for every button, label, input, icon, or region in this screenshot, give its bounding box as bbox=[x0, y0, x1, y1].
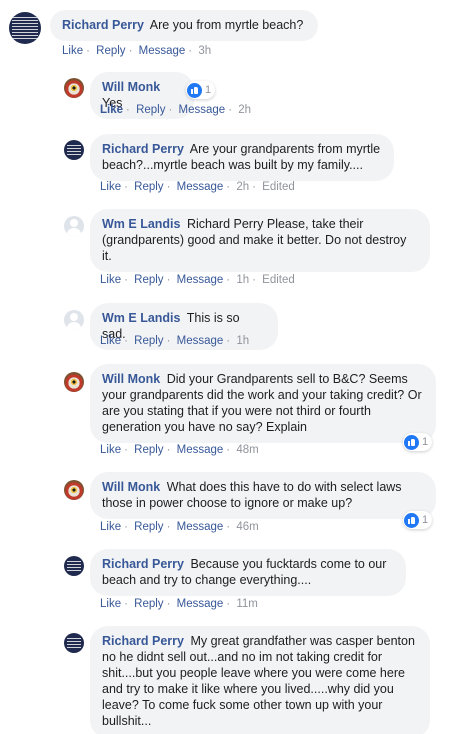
comment-actions: Like · Reply · Message · 1h bbox=[100, 335, 250, 347]
avatar[interactable] bbox=[64, 78, 84, 98]
comment-bubble: Will Monk What does this have to do with… bbox=[90, 472, 436, 519]
message-link[interactable]: Message bbox=[177, 274, 224, 286]
message-link[interactable]: Message bbox=[177, 521, 224, 533]
like-reaction-icon bbox=[187, 82, 202, 98]
edited-label[interactable]: Edited bbox=[262, 181, 295, 193]
avatar[interactable] bbox=[64, 372, 84, 392]
reply-link[interactable]: Reply bbox=[134, 274, 163, 286]
avatar[interactable] bbox=[9, 12, 41, 44]
comment-author[interactable]: Wm E Landis bbox=[102, 217, 180, 231]
comment-author[interactable]: Will Monk bbox=[102, 372, 160, 386]
comment-time[interactable]: 2h bbox=[236, 181, 249, 193]
message-link[interactable]: Message bbox=[177, 444, 224, 456]
comment-actions: Like · Reply · Message · 2h · Edited bbox=[100, 181, 295, 193]
reaction-count[interactable]: 1 bbox=[186, 81, 216, 99]
like-reaction-icon bbox=[404, 512, 419, 528]
comment-author[interactable]: Richard Perry bbox=[102, 142, 184, 156]
comment-bubble: Richard Perry My great grandfather was c… bbox=[90, 626, 430, 734]
comment-author[interactable]: Richard Perry bbox=[102, 557, 184, 571]
avatar[interactable] bbox=[64, 556, 84, 576]
comment-author[interactable]: Richard Perry bbox=[62, 18, 144, 32]
comment-actions: Like · Reply · Message · 46m bbox=[100, 521, 259, 533]
like-link[interactable]: Like bbox=[62, 45, 83, 57]
comment-time[interactable]: 2h bbox=[238, 104, 251, 116]
comment-time[interactable]: 1h bbox=[236, 274, 249, 286]
reply-link[interactable]: Reply bbox=[96, 45, 125, 57]
comment-bubble: Richard Perry Are your grandparents from… bbox=[90, 134, 394, 181]
avatar[interactable] bbox=[64, 140, 84, 160]
reaction-count[interactable]: 1 bbox=[403, 511, 433, 529]
comment-actions: Like · Reply · Message · 3h bbox=[62, 45, 212, 57]
reaction-count[interactable]: 1 bbox=[403, 433, 433, 451]
edited-label[interactable]: Edited bbox=[262, 274, 295, 286]
comment-actions: Like · Reply · Message · 48m bbox=[100, 444, 259, 456]
comment-time[interactable]: 1h bbox=[236, 335, 249, 347]
avatar[interactable] bbox=[64, 310, 84, 330]
comment-author[interactable]: Wm E Landis bbox=[102, 311, 180, 325]
comment-text: Are you from myrtle beach? bbox=[149, 18, 304, 32]
message-link[interactable]: Message bbox=[177, 598, 224, 610]
like-link[interactable]: Like bbox=[100, 444, 121, 456]
message-link[interactable]: Message bbox=[179, 104, 226, 116]
like-link[interactable]: Like bbox=[100, 521, 121, 533]
comment-bubble: Richard Perry Because you fucktards come… bbox=[90, 549, 406, 596]
message-link[interactable]: Message bbox=[139, 45, 186, 57]
reply-link[interactable]: Reply bbox=[134, 181, 163, 193]
reply-link[interactable]: Reply bbox=[134, 521, 163, 533]
comment-time[interactable]: 46m bbox=[236, 521, 258, 533]
avatar[interactable] bbox=[64, 216, 84, 236]
reply-link[interactable]: Reply bbox=[134, 444, 163, 456]
reply-link[interactable]: Reply bbox=[134, 335, 163, 347]
comment-actions: Like · Reply · Message · 1h · Edited bbox=[100, 274, 295, 286]
comment-bubble: Wm E Landis Richard Perry Please, take t… bbox=[90, 209, 430, 272]
comment-bubble: Will Monk Did your Grandparents sell to … bbox=[90, 364, 436, 443]
like-link[interactable]: Like bbox=[100, 598, 121, 610]
comment-author[interactable]: Will Monk bbox=[102, 80, 160, 94]
comment-time[interactable]: 11m bbox=[236, 598, 258, 610]
avatar[interactable] bbox=[64, 480, 84, 500]
comment-bubble: Richard Perry Are you from myrtle beach? bbox=[50, 10, 318, 41]
like-link[interactable]: Like bbox=[100, 181, 121, 193]
comment-actions: Like · Reply · Message · 11m bbox=[100, 598, 258, 610]
comment-time[interactable]: 48m bbox=[236, 444, 258, 456]
reply-link[interactable]: Reply bbox=[134, 598, 163, 610]
comment-author[interactable]: Will Monk bbox=[102, 480, 160, 494]
avatar[interactable] bbox=[64, 633, 84, 653]
message-link[interactable]: Message bbox=[177, 181, 224, 193]
comment-author[interactable]: Richard Perry bbox=[102, 634, 184, 648]
comment-text: My great grandfather was casper benton n… bbox=[102, 634, 415, 728]
like-link[interactable]: Like bbox=[100, 335, 121, 347]
like-link[interactable]: Like bbox=[100, 104, 123, 116]
comment-actions: Like · Reply · Message · 2h bbox=[100, 104, 252, 116]
message-link[interactable]: Message bbox=[177, 335, 224, 347]
reply-link[interactable]: Reply bbox=[136, 104, 165, 116]
comment-time[interactable]: 3h bbox=[198, 45, 211, 57]
like-link[interactable]: Like bbox=[100, 274, 121, 286]
like-reaction-icon bbox=[404, 434, 419, 450]
